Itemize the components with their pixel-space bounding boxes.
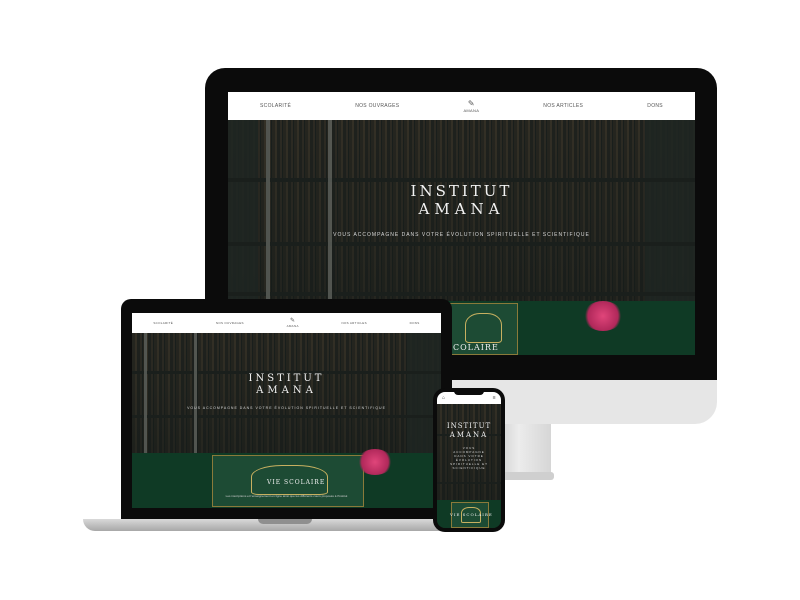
hero-title-line2: AMANA <box>449 431 489 439</box>
bookshelf <box>228 242 695 246</box>
logo-text: AMANA <box>463 107 480 113</box>
bookshelf <box>437 482 501 484</box>
section-title-partial: COLAIRE <box>453 343 499 352</box>
phone-hero-banner: INSTITUT AMANA VOUS ACCOMPAGNE DANS VOTR… <box>437 404 501 500</box>
laptop-trackpad-notch <box>258 519 312 524</box>
nav-link-dons[interactable]: DONS <box>410 321 420 325</box>
hero-title-line2: AMANA <box>256 385 317 396</box>
bookshelf <box>132 415 441 418</box>
phone-notch <box>454 390 484 395</box>
desktop-monitor-stand <box>497 424 551 476</box>
nav-link-articles[interactable]: NOS ARTICLES <box>342 321 367 325</box>
site-logo[interactable]: ✎ AMANA <box>463 98 480 113</box>
book-quill-icon: ✎ <box>467 98 475 108</box>
laptop-nav-bar: SCOLARITÉ NOS OUVRAGES ✎ AMANA NOS ARTIC… <box>132 313 441 333</box>
hero-title-line2: AMANA <box>418 200 505 218</box>
flower-image <box>357 449 393 475</box>
hero-subtitle: VOUS ACCOMPAGNE DANS VOTRE ÉVOLUTION SPI… <box>187 406 386 410</box>
phone-vie-scolaire-section: VIE SCOLAIRE <box>437 500 501 528</box>
nav-link-articles[interactable]: NOS ARTICLES <box>543 103 583 109</box>
hero-title-line1: INSTITUT <box>248 373 325 384</box>
hero-subtitle: VOUS ACCOMPAGNE DANS VOTRE ÉVOLUTION SPI… <box>450 446 488 470</box>
nav-link-scolarite[interactable]: SCOLARITÉ <box>153 321 173 325</box>
section-title: VIE SCOLAIRE <box>267 479 326 486</box>
hero-title-line1: INSTITUT <box>410 182 513 200</box>
laptop-vie-scolaire-section: VIE SCOLAIRE Les inscriptions et l'ensei… <box>132 449 441 508</box>
section-title: VIE SCOLAIRE <box>450 512 493 517</box>
section-description: Les inscriptions et l'enseignement en li… <box>225 494 348 498</box>
phone-screen: ⌂ ≡ INSTITUT AMANA VOUS ACCOMPAGNE DANS … <box>437 392 501 528</box>
logo-text: AMANA <box>286 324 299 328</box>
nav-link-ouvrages[interactable]: NOS OUVRAGES <box>355 103 399 109</box>
desktop-nav-bar: SCOLARITÉ NOS OUVRAGES ✎ AMANA NOS ARTIC… <box>228 92 695 120</box>
hero-title-line1: INSTITUT <box>446 422 492 430</box>
site-logo[interactable]: ✎ AMANA <box>287 318 299 328</box>
nav-link-dons[interactable]: DONS <box>647 103 663 109</box>
desktop-hero-banner: INSTITUT AMANA VOUS ACCOMPAGNE DANS VOTR… <box>228 120 695 301</box>
laptop-hero-banner: INSTITUT AMANA VOUS ACCOMPAGNE DANS VOTR… <box>132 333 441 453</box>
menu-icon[interactable]: ≡ <box>493 395 496 401</box>
hero-subtitle: VOUS ACCOMPAGNE DANS VOTRE ÉVOLUTION SPI… <box>333 232 590 238</box>
laptop-screen: SCOLARITÉ NOS OUVRAGES ✎ AMANA NOS ARTIC… <box>132 313 441 508</box>
bookshelf <box>228 292 695 296</box>
home-icon[interactable]: ⌂ <box>442 395 445 401</box>
flower-image <box>583 301 623 331</box>
nav-link-scolarite[interactable]: SCOLARITÉ <box>260 103 291 109</box>
nav-link-ouvrages[interactable]: NOS OUVRAGES <box>216 321 244 325</box>
